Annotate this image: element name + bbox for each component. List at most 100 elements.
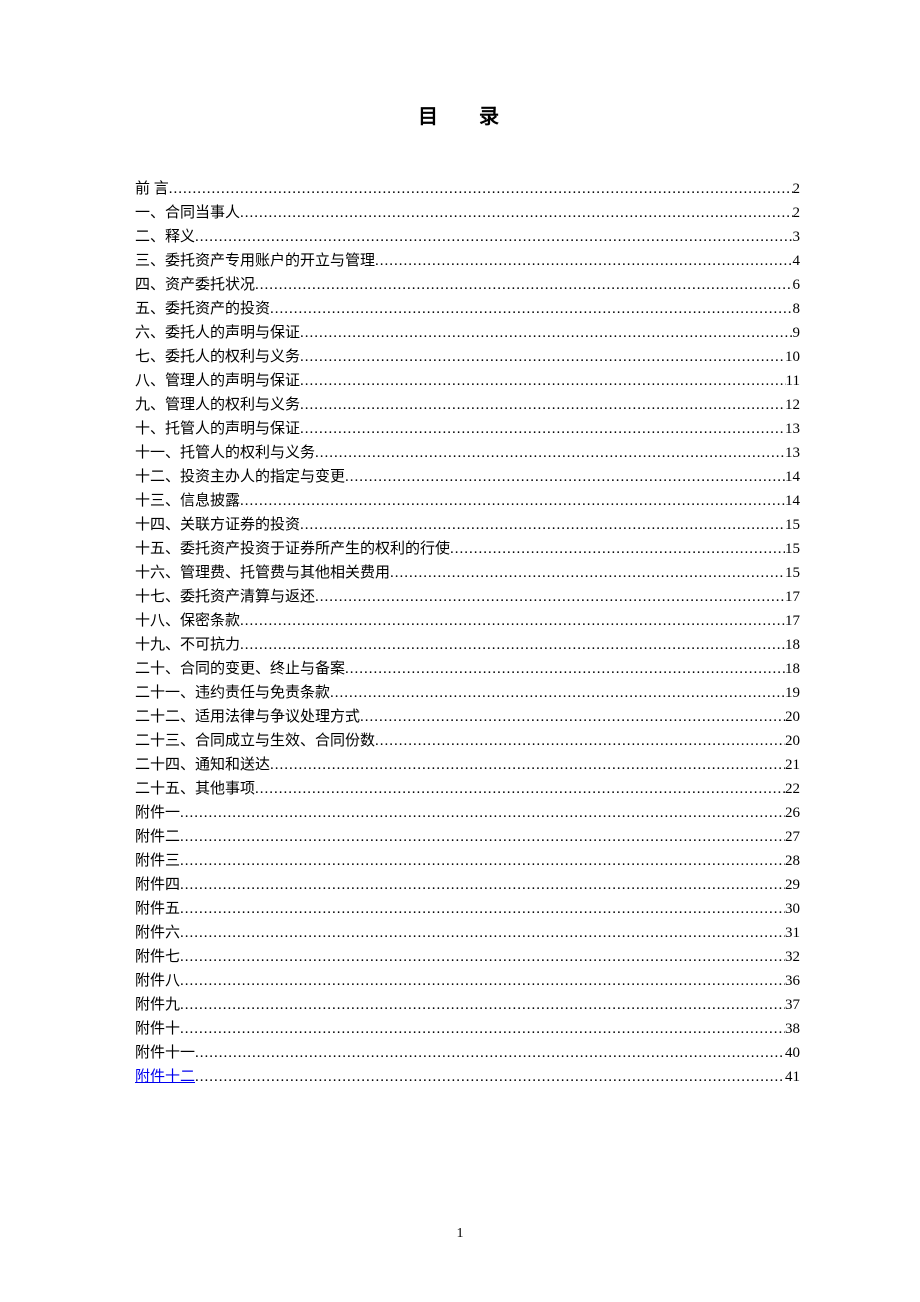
toc-entry-page: 9 (793, 321, 801, 345)
toc-entry-label: 附件十二 (135, 1065, 195, 1089)
toc-entry-label: 附件十一 (135, 1041, 195, 1065)
toc-entry-page: 32 (785, 945, 800, 969)
toc-entry-label: 四、资产委托状况 (135, 273, 255, 297)
toc-entry[interactable]: 二十五、其他事项 22 (135, 777, 800, 801)
toc-leader-dots (360, 705, 785, 729)
toc-entry[interactable]: 十一、托管人的权利与义务 13 (135, 441, 800, 465)
toc-entry[interactable]: 附件三28 (135, 849, 800, 873)
toc-entry[interactable]: 四、资产委托状况6 (135, 273, 800, 297)
toc-entry-page: 22 (785, 777, 800, 801)
toc-entry[interactable]: 附件七32 (135, 945, 800, 969)
toc-entry-label: 二十四、通知和送达 (135, 753, 270, 777)
toc-leader-dots (300, 369, 786, 393)
toc-entry-page: 38 (785, 1017, 800, 1041)
toc-entry[interactable]: 附件十二41 (135, 1065, 800, 1089)
toc-leader-dots (169, 177, 793, 201)
toc-entry-page: 8 (793, 297, 801, 321)
toc-entry[interactable]: 十四、关联方证券的投资15 (135, 513, 800, 537)
toc-leader-dots (315, 441, 785, 465)
toc-entry-page: 18 (785, 657, 800, 681)
toc-leader-dots (450, 537, 785, 561)
toc-entry-label: 十八、保密条款 (135, 609, 240, 633)
toc-entry[interactable]: 十三、信息披露 14 (135, 489, 800, 513)
toc-leader-dots (300, 321, 792, 345)
toc-entry[interactable]: 附件八 36 (135, 969, 800, 993)
toc-entry-label: 九、管理人的权利与义务 (135, 393, 300, 417)
toc-entry-label: 二十五、其他事项 (135, 777, 255, 801)
toc-entry[interactable]: 九、管理人的权利与义务12 (135, 393, 800, 417)
toc-entry-label: 二十、合同的变更、终止与备案 (135, 657, 345, 681)
toc-entry-label: 附件八 (135, 969, 180, 993)
toc-leader-dots (180, 873, 785, 897)
toc-entry-label: 三、委托资产专用账户的开立与管理 (135, 249, 375, 273)
toc-entry-page: 30 (785, 897, 800, 921)
toc-entry[interactable]: 一、合同当事人2 (135, 201, 800, 225)
toc-entry[interactable]: 七、委托人的权利与义务10 (135, 345, 800, 369)
toc-entry[interactable]: 附件十一40 (135, 1041, 800, 1065)
toc-entry[interactable]: 二十三、合同成立与生效、合同份数20 (135, 729, 800, 753)
toc-entry-page: 14 (785, 489, 800, 513)
toc-entry[interactable]: 十九、不可抗力18 (135, 633, 800, 657)
toc-leader-dots (240, 201, 792, 225)
toc-entry[interactable]: 前 言2 (135, 177, 800, 201)
toc-entry-page: 19 (785, 681, 800, 705)
toc-entry[interactable]: 附件四 29 (135, 873, 800, 897)
toc-entry[interactable]: 二十四、通知和送达21 (135, 753, 800, 777)
toc-entry[interactable]: 三、委托资产专用账户的开立与管理4 (135, 249, 800, 273)
toc-entry-page: 26 (785, 801, 800, 825)
toc-entry-label: 二、释义 (135, 225, 195, 249)
toc-entry[interactable]: 六、委托人的声明与保证9 (135, 321, 800, 345)
toc-leader-dots (375, 249, 792, 273)
toc-leader-dots (180, 993, 785, 1017)
toc-entry[interactable]: 附件六31 (135, 921, 800, 945)
table-of-contents: 前 言2一、合同当事人2二、释义 3三、委托资产专用账户的开立与管理4四、资产委托… (135, 177, 800, 1089)
toc-leader-dots (195, 225, 792, 249)
toc-entry[interactable]: 十六、管理费、托管费与其他相关费用15 (135, 561, 800, 585)
toc-leader-dots (270, 297, 792, 321)
toc-entry[interactable]: 五、委托资产的投资 8 (135, 297, 800, 321)
toc-entry[interactable]: 十七、委托资产清算与返还17 (135, 585, 800, 609)
toc-entry-label: 十、托管人的声明与保证 (135, 417, 300, 441)
toc-entry-page: 36 (785, 969, 800, 993)
toc-entry-label: 附件九 (135, 993, 180, 1017)
toc-entry[interactable]: 十二、投资主办人的指定与变更14 (135, 465, 800, 489)
toc-entry[interactable]: 十五、委托资产投资于证券所产生的权利的行使15 (135, 537, 800, 561)
document-page: 目 录 前 言2一、合同当事人2二、释义 3三、委托资产专用账户的开立与管理4四、… (0, 0, 920, 1089)
toc-entry[interactable]: 二十、合同的变更、终止与备案 18 (135, 657, 800, 681)
toc-entry-page: 29 (785, 873, 800, 897)
toc-leader-dots (330, 681, 785, 705)
toc-leader-dots (300, 417, 785, 441)
toc-entry[interactable]: 附件九37 (135, 993, 800, 1017)
toc-entry[interactable]: 二、释义 3 (135, 225, 800, 249)
toc-entry[interactable]: 附件五 30 (135, 897, 800, 921)
toc-entry-label: 附件四 (135, 873, 180, 897)
toc-entry-label: 五、委托资产的投资 (135, 297, 270, 321)
toc-entry-page: 13 (785, 441, 800, 465)
toc-entry-label: 十四、关联方证券的投资 (135, 513, 300, 537)
toc-entry-label: 十一、托管人的权利与义务 (135, 441, 315, 465)
toc-entry-page: 18 (785, 633, 800, 657)
toc-entry[interactable]: 附件十 38 (135, 1017, 800, 1041)
toc-entry-label: 附件五 (135, 897, 180, 921)
toc-entry[interactable]: 二十二、适用法律与争议处理方式20 (135, 705, 800, 729)
toc-entry-page: 3 (793, 225, 801, 249)
toc-entry-page: 17 (785, 585, 800, 609)
toc-entry[interactable]: 十八、保密条款17 (135, 609, 800, 633)
toc-entry-label: 附件十 (135, 1017, 180, 1041)
toc-entry-label: 二十二、适用法律与争议处理方式 (135, 705, 360, 729)
toc-leader-dots (180, 921, 785, 945)
toc-entry[interactable]: 八、管理人的声明与保证11 (135, 369, 800, 393)
toc-entry[interactable]: 十、托管人的声明与保证13 (135, 417, 800, 441)
toc-leader-dots (300, 513, 785, 537)
toc-leader-dots (180, 825, 785, 849)
toc-entry[interactable]: 附件一26 (135, 801, 800, 825)
toc-entry-page: 28 (785, 849, 800, 873)
toc-leader-dots (240, 489, 785, 513)
toc-title: 目 录 (135, 100, 800, 129)
toc-entry[interactable]: 附件二27 (135, 825, 800, 849)
toc-entry[interactable]: 二十一、违约责任与免责条款19 (135, 681, 800, 705)
toc-leader-dots (195, 1041, 785, 1065)
toc-entry-label: 十三、信息披露 (135, 489, 240, 513)
toc-entry-label: 二十三、合同成立与生效、合同份数 (135, 729, 375, 753)
toc-entry-label: 附件六 (135, 921, 180, 945)
